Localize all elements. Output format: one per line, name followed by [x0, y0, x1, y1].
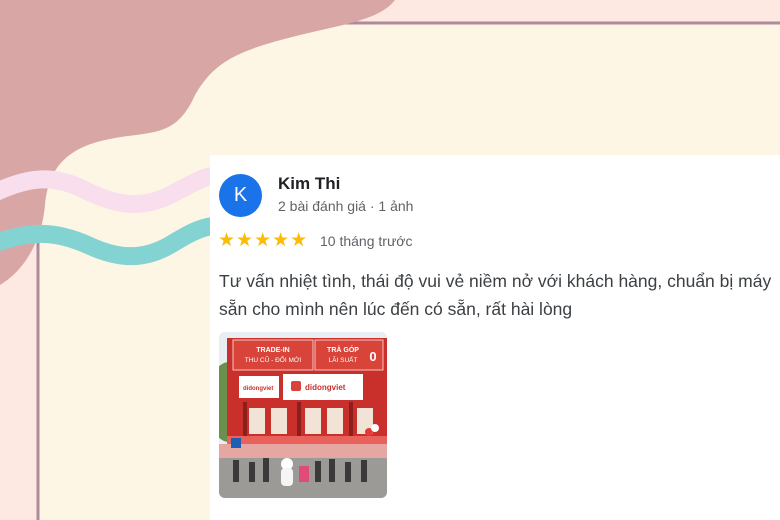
sign-right-line1: TRẢ GÓP — [327, 345, 359, 354]
sign-left-line2: THU CŨ - ĐỔI MỚI — [245, 355, 302, 364]
store-brand: didongviet — [305, 383, 346, 392]
review-card: K Kim Thi 2 bài đánh giá · 1 ảnh ★★★★★ 1… — [210, 155, 780, 520]
review-photo[interactable]: TRADE-IN THU CŨ - ĐỔI MỚI TRẢ GÓP LÃI SU… — [219, 332, 387, 498]
avatar[interactable]: K — [219, 174, 262, 217]
reviewer-name[interactable]: Kim Thi — [278, 174, 340, 194]
sign-trade-in — [232, 339, 314, 371]
sign-left-line1: TRADE-IN — [256, 347, 289, 354]
reviewer-meta: 2 bài đánh giá · 1 ảnh — [278, 198, 414, 214]
sign-right-number: 0 — [369, 349, 376, 364]
review-date: 10 tháng trước — [320, 233, 413, 249]
star-rating: ★★★★★ — [218, 230, 309, 251]
review-text: Tư vấn nhiệt tình, thái độ vui vẻ niềm n… — [219, 271, 772, 319]
side-brand: didongviet — [243, 386, 273, 392]
